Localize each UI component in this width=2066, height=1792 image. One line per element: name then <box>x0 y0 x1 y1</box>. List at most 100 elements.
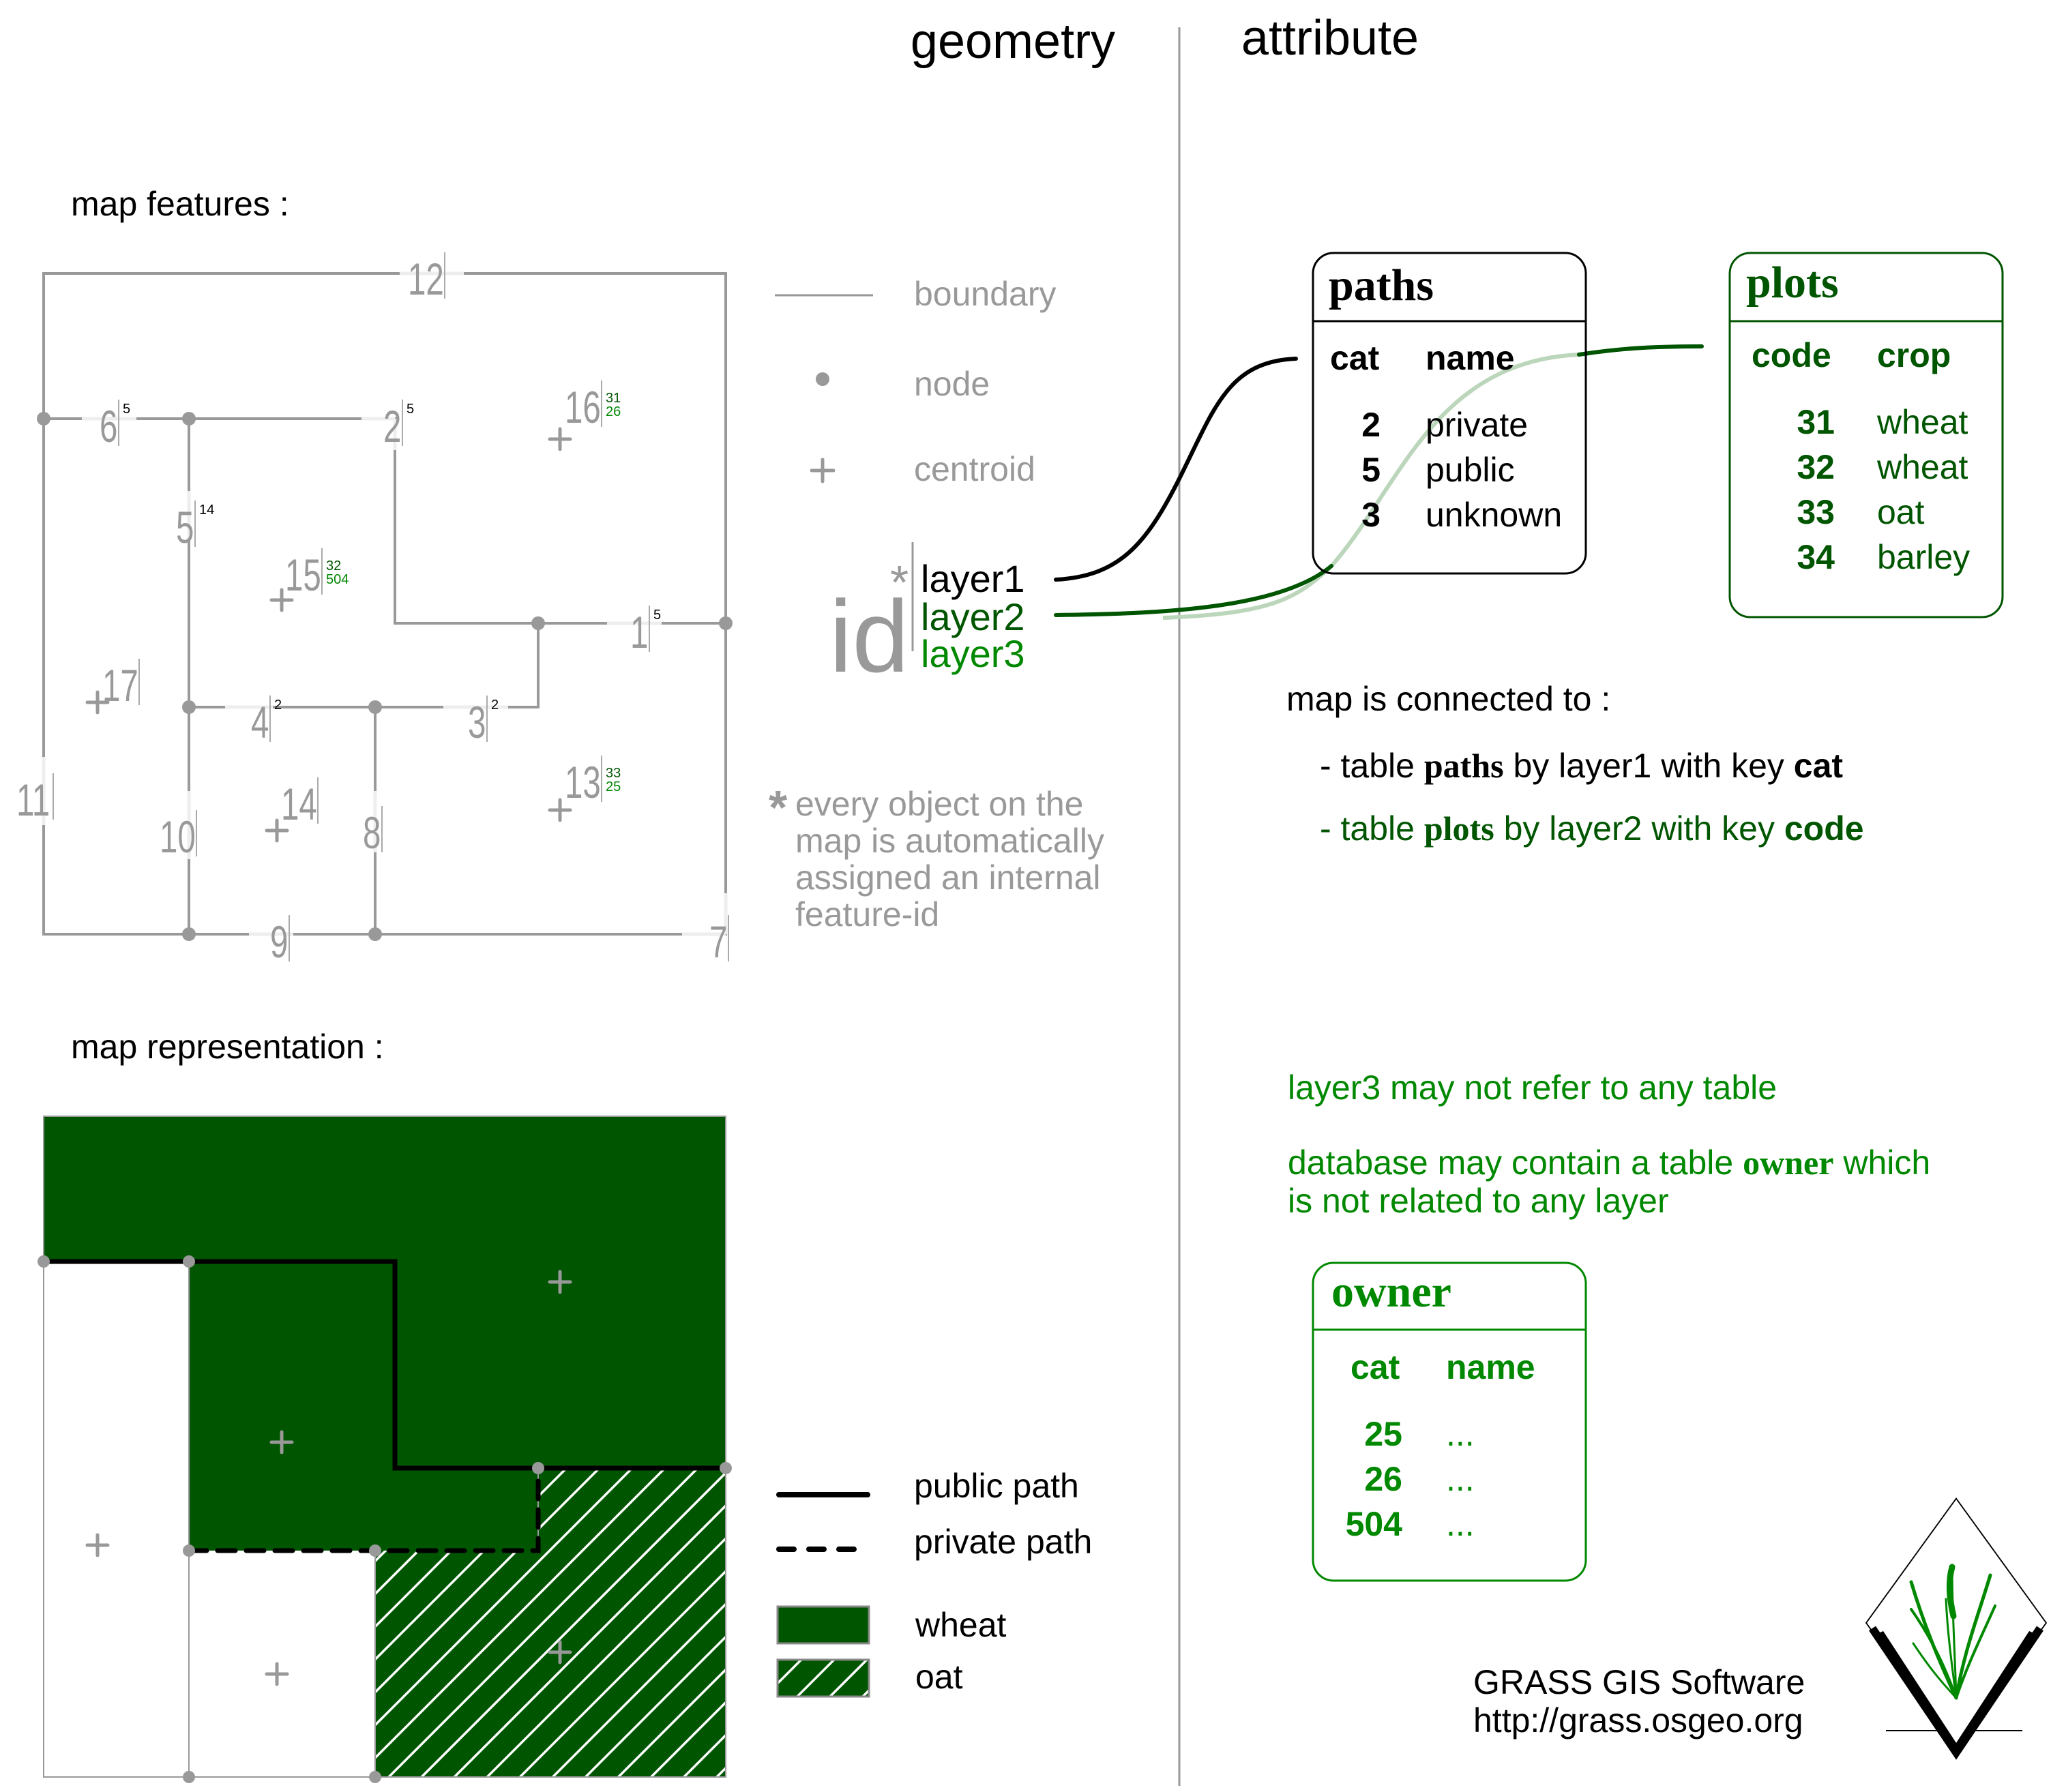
id-layer-block: id * layer1 layer2 layer3 <box>829 542 1025 693</box>
node-icon <box>183 1771 195 1783</box>
diagram-canvas: geometry attribute map features : 126 5 … <box>16 11 2048 1786</box>
feature-id: 16 <box>565 383 601 432</box>
table-row: 3 unknown <box>1361 496 1562 534</box>
representation-legend: public path private path wheat oat <box>776 1467 1092 1698</box>
table-row: 31 wheat <box>1797 403 1968 441</box>
software-name: GRASS GIS Software <box>1473 1663 1805 1701</box>
feature-id: 8 <box>363 808 381 858</box>
column-header: cat <box>1330 339 1380 377</box>
layer1-category: 5 <box>653 608 661 623</box>
owner-note-line-1: database may contain a table owner which <box>1288 1144 1930 1182</box>
cell-key: 31 <box>1797 403 1835 441</box>
feature-id: 17 <box>102 661 138 711</box>
map-representation-label: map representation : <box>71 1028 384 1066</box>
column-header: cat <box>1351 1348 1400 1386</box>
id-asterisk: * <box>890 556 909 609</box>
table-row: 2 private <box>1361 406 1528 444</box>
cell-key: 3 <box>1361 496 1381 534</box>
owner-note-line-2: is not related to any layer <box>1288 1182 1669 1220</box>
software-url: http://grass.osgeo.org <box>1473 1701 1803 1739</box>
attribute-title: attribute <box>1241 11 1419 65</box>
centroid-icon <box>85 1533 110 1557</box>
note-prefix: database may contain a table <box>1288 1144 1743 1182</box>
node-legend-icon <box>816 372 829 386</box>
table-row: 504 ... <box>1346 1505 1475 1543</box>
feature-id: 2 <box>383 402 401 451</box>
column-header: name <box>1446 1348 1535 1386</box>
layer3-category: 26 <box>606 404 621 419</box>
table-owner: owner cat name 25 ... 26 ... 504 ... <box>1312 1261 1587 1582</box>
node-icon <box>368 700 382 714</box>
cell-key: 26 <box>1364 1460 1402 1498</box>
layer2-category: 32 <box>326 558 341 573</box>
cell-key: 34 <box>1797 538 1835 576</box>
legend-centroid-label: centroid <box>914 450 1035 488</box>
cell-key: 504 <box>1346 1505 1403 1543</box>
node-icon <box>183 1544 195 1557</box>
feature-id: 11 <box>16 775 50 825</box>
node-icon <box>38 1255 50 1268</box>
centroid-icon <box>265 1662 289 1686</box>
feature-id: 9 <box>270 917 288 967</box>
table-name: plots <box>1424 809 1494 848</box>
line-middle: by layer1 with key <box>1504 747 1794 785</box>
legend-node-label: node <box>914 365 990 403</box>
node-icon <box>369 1544 381 1557</box>
boundary-feature-label: 7 <box>709 915 729 968</box>
connection-intro: map is connected to : <box>1286 680 1610 718</box>
feature-id: 13 <box>565 758 601 807</box>
cell-value: ... <box>1446 1460 1475 1498</box>
boundary-feature-label: 11 <box>16 773 54 826</box>
connection-description: map is connected to : - table paths by l… <box>1286 680 1864 848</box>
node-icon <box>531 616 545 630</box>
layer3-note: layer3 may not refer to any table <box>1288 1069 1777 1107</box>
table-row: 25 ... <box>1364 1415 1474 1453</box>
feature-id: 10 <box>160 812 196 862</box>
node-icon <box>182 700 196 714</box>
column-header: crop <box>1877 336 1951 374</box>
line-middle: by layer2 with key <box>1494 809 1784 848</box>
layer2-category: 31 <box>606 391 621 406</box>
cell-value: unknown <box>1426 496 1562 534</box>
footnote-asterisk: * <box>769 781 788 834</box>
cell-value: wheat <box>1876 448 1968 486</box>
node-icon <box>37 412 50 425</box>
cell-value: oat <box>1877 493 1925 531</box>
map-features-diagram: 126 5 2 55 1416 312615 325041 5174 2 3 2111014813 3… <box>16 252 733 968</box>
legend-public-path-label: public path <box>914 1467 1079 1505</box>
footnote-line: every object on the <box>795 785 1084 823</box>
boundary-feature-label: 12 <box>408 252 445 305</box>
boundary-feature-label: 42 <box>251 696 282 748</box>
outer-boundary <box>42 272 727 936</box>
area-feature-label: 13 3325 <box>565 756 621 808</box>
cell-value: ... <box>1446 1415 1475 1453</box>
node-icon <box>182 412 196 425</box>
feature-id: 6 <box>100 402 117 451</box>
table-row: 34 barley <box>1797 538 1970 576</box>
cell-value: public <box>1426 451 1515 489</box>
node-icon <box>369 1771 381 1783</box>
layer2-category: 33 <box>606 766 621 781</box>
feature-id: 7 <box>709 917 727 967</box>
layer1-connector <box>1054 357 1298 582</box>
table-name: paths <box>1424 747 1504 785</box>
cell-value: ... <box>1446 1505 1475 1543</box>
key-name: code <box>1784 809 1864 848</box>
feature-id: 4 <box>251 698 269 747</box>
cell-key: 33 <box>1797 493 1835 531</box>
feature-id: 1 <box>630 608 648 657</box>
legend-boundary-label: boundary <box>914 275 1057 313</box>
cell-key: 2 <box>1361 406 1381 444</box>
layer3-category: 504 <box>326 572 349 587</box>
feature-id: 14 <box>281 779 317 829</box>
node-icon <box>368 927 382 941</box>
map-features-label: map features : <box>71 185 289 223</box>
key-name: cat <box>1794 747 1844 785</box>
layer2-connector <box>1577 344 1704 357</box>
node-icon <box>183 1255 195 1268</box>
area-feature-label: 17 <box>102 659 140 711</box>
feature-id: 5 <box>176 503 194 552</box>
grass-logo-icon <box>1865 1497 2048 1760</box>
column-header: code <box>1752 336 1831 374</box>
area-feature-label: 14 <box>281 777 319 830</box>
